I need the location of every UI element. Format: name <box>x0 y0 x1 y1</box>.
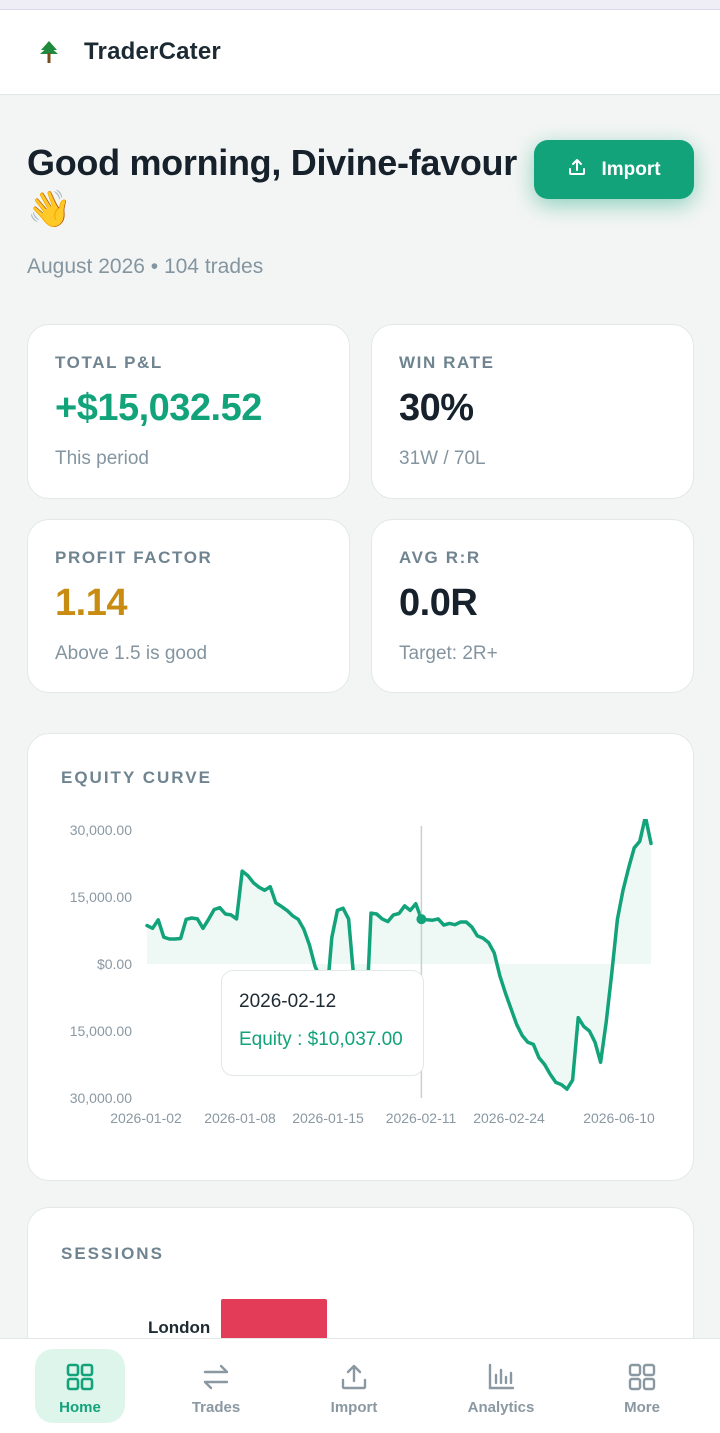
x-tick-label: 2026-02-24 <box>473 1110 545 1126</box>
y-tick-label: 15,000.00 <box>70 889 132 905</box>
y-tick-label: 30,000.00 <box>70 822 132 838</box>
app-header: TraderCater <box>0 10 720 95</box>
wave-emoji: 👋 <box>27 188 72 229</box>
brand-name: TraderCater <box>84 38 221 65</box>
status-strip <box>0 0 720 10</box>
stat-label: AVG R:R <box>399 548 481 567</box>
stat-card-avg-rr: AVG R:R 0.0R Target: 2R+ <box>371 519 694 693</box>
upload-icon <box>567 157 587 183</box>
nav-label: Import <box>330 1399 378 1416</box>
stat-sub: Above 1.5 is good <box>55 643 208 664</box>
import-button-label: Import <box>601 158 661 180</box>
x-tick-label: 2026-01-15 <box>292 1110 364 1126</box>
nav-trades[interactable]: Trades <box>171 1349 261 1423</box>
stat-value: 1.14 <box>55 582 127 624</box>
nav-more[interactable]: More <box>597 1349 687 1423</box>
grid-icon <box>626 1361 658 1393</box>
page-title: Good morning, Divine-favour 👋 <box>27 140 527 232</box>
swap-arrows-icon <box>200 1361 232 1393</box>
y-tick-label: 15,000.00 <box>70 1023 132 1039</box>
tree-logo-icon <box>36 39 62 65</box>
stat-value: 30% <box>399 387 474 429</box>
x-tick-label: 2026-02-11 <box>386 1110 457 1126</box>
stat-card-total-pnl: TOTAL P&L +$15,032.52 This period <box>27 324 350 499</box>
stat-sub: Target: 2R+ <box>399 643 498 664</box>
equity-curve-card: EQUITY CURVE 30,000.00 15,000.00 $0.00 15,0… <box>27 733 694 1181</box>
nav-label: More <box>624 1399 660 1416</box>
stat-label: TOTAL P&L <box>55 353 163 372</box>
stat-label: PROFIT FACTOR <box>55 548 213 567</box>
nav-home[interactable]: Home <box>35 1349 125 1423</box>
period-subtitle: August 2026 • 104 trades <box>27 255 264 278</box>
stat-sub: This period <box>55 448 149 469</box>
tooltip-point <box>416 914 427 925</box>
stat-card-win-rate: WIN RATE 30% 31W / 70L <box>371 324 694 499</box>
stat-value: +$15,032.52 <box>55 387 262 429</box>
x-tick-label: 2026-01-08 <box>204 1110 276 1126</box>
chart-tooltip: 2026-02-12 Equity : $10,037.00 <box>221 970 424 1076</box>
equity-chart[interactable]: 30,000.00 15,000.00 $0.00 15,000.00 30,000.0… <box>28 734 693 1180</box>
stat-sub: 31W / 70L <box>399 448 486 469</box>
y-tick-label: $0.00 <box>97 956 132 972</box>
upload-icon <box>338 1361 370 1393</box>
x-tick-label: 2026-01-02 <box>110 1110 182 1126</box>
import-button[interactable]: Import <box>534 140 694 199</box>
session-label-london: London <box>148 1318 211 1337</box>
bottom-navigation: Home Trades Import Analytics More <box>0 1338 720 1433</box>
stat-value: 0.0R <box>399 582 478 624</box>
nav-label: Home <box>59 1399 101 1416</box>
nav-label: Trades <box>191 1399 241 1416</box>
y-tick-label: 30,000.00 <box>70 1090 132 1106</box>
tooltip-date: 2026-02-12 <box>239 991 337 1012</box>
x-tick-label: 2026-06-10 <box>583 1110 655 1126</box>
nav-label: Analytics <box>467 1399 535 1416</box>
tooltip-equity: Equity : $10,037.00 <box>239 1029 403 1050</box>
stat-label: WIN RATE <box>399 353 495 372</box>
greeting-text: Good morning, Divine-favour <box>27 142 517 183</box>
stat-card-profit-factor: PROFIT FACTOR 1.14 Above 1.5 is good <box>27 519 350 693</box>
sessions-title: SESSIONS <box>61 1244 164 1263</box>
nav-import[interactable]: Import <box>309 1349 399 1423</box>
home-grid-icon <box>64 1361 96 1393</box>
bar-chart-icon <box>485 1361 517 1393</box>
nav-analytics[interactable]: Analytics <box>456 1349 546 1423</box>
